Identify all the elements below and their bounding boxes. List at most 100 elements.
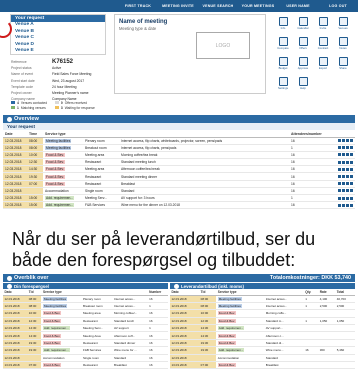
nav-log-out[interactable]: LOG OUT [318,4,358,8]
table-row[interactable]: 12.03.2018 10:00 Food & Bev. Morning coffe.… [170,309,355,318]
row-action-icon[interactable] [350,167,353,171]
row-action-icon[interactable] [342,139,345,143]
tool-approve[interactable]: Approve [294,57,312,70]
tool-budget[interactable]: Budget [274,57,292,70]
row-action-icon[interactable] [342,203,345,207]
table-row[interactable]: 12.03.2018 14:30 Food & Bev. Meeting Area Af… [3,331,168,340]
table-row[interactable]: 12.03.2018 10:00 Food & Bev. Meeting area Mo… [3,151,355,160]
table-row[interactable]: 12.03.2018 19:30 Food & Bev. Standard di... [170,339,355,348]
row-action-icon[interactable] [346,153,349,157]
row-action-icon[interactable] [346,196,349,200]
table-row[interactable]: 12.03.2018 08:00 Meeting facilities Plenary… [3,295,168,303]
table-row[interactable]: 12.03.2018 14:30 Add. requiremen... Meeting… [3,324,168,333]
cell-text: 10:00 [28,311,37,316]
row-action-icon[interactable] [338,167,341,171]
tool-contract[interactable]: Contract [314,37,332,50]
table-row[interactable]: 12.03.2018 12:30 Food & Bev. Standard m... 1… [170,317,355,326]
nav-venue-search[interactable]: VENUE SEARCH [198,4,238,8]
row-action-icon[interactable] [350,203,353,207]
table-row[interactable]: 12.03.2018 08:00 Meeting facilities Interne… [170,295,355,303]
tool-offers[interactable]: Offers [294,37,312,50]
row-action-icon[interactable] [338,189,341,193]
row-action-icon[interactable] [338,160,341,164]
table-row[interactable]: 12.03.2018 15:00 Add. requiremen... Meeting… [3,194,355,203]
table-row[interactable]: 12.03.2018 08:00 Meeting facilities Breakou… [3,144,355,152]
tool-notes[interactable]: Notes [334,37,352,50]
table-row[interactable]: 12.03.2018 19:30 Add. requiremen... F&B Ser… [3,346,168,355]
table-row[interactable]: 12.03.2018 19:30 Food & Bev. Restaurant Stan… [3,172,355,181]
row-action-icon[interactable] [342,175,345,179]
table-row[interactable]: 12.03.2018 14:30 Add. requiremen... AV supp… [170,324,355,333]
table-row[interactable]: 12.03.2018 14:30 Food & Bev. Afternoon c... [170,331,355,340]
row-action-icon[interactable] [346,167,349,171]
nav-meeting-invite[interactable]: MEETING INVITE [158,4,198,8]
tool-invite[interactable]: Invite [314,17,332,30]
cell-text: Meeting Area [83,333,101,338]
row-action-icon[interactable] [346,203,349,207]
venue-item[interactable]: Venue C [11,35,105,42]
table-row[interactable]: 12.03.2018 19:30 Add. requiremen... Wine me… [170,346,355,355]
tool-label: Notes [339,46,347,50]
row-action-icon[interactable] [338,182,341,186]
row-action-icon[interactable] [350,175,353,179]
row-action-icon[interactable] [338,196,341,200]
table-row[interactable]: 12.03.2018 15:00 Add. requiremen... F&B Ser… [3,201,355,210]
table-row[interactable]: 12.03.2018 12:30 Food & Bev. Restaurant Stan… [3,317,168,326]
row-action-icon[interactable] [342,146,345,150]
row-action-icon[interactable] [342,153,345,157]
row-action-icon[interactable] [338,203,341,207]
cell-text: 12.03.2018 [4,326,20,331]
row-action-icon[interactable] [342,182,345,186]
venue-item[interactable]: Venue E [11,48,105,55]
venue-item[interactable]: Venue A [11,22,105,29]
table-row[interactable]: 12.03.2018 08:00 Meeting facilities Interne… [170,302,355,311]
table-row[interactable]: 12.03.2018 07:00 Food & Bev. Restaurant Brea… [3,180,355,188]
row-action-icon[interactable] [338,175,341,179]
table-row[interactable]: 12.03.2018 12:30 Food & Bev. Restaurant Stan… [3,158,355,167]
row-action-icon[interactable] [346,139,349,143]
tool-calendar[interactable]: Calendar [294,17,312,30]
table-row[interactable]: 12.03.2018 08:00 Meeting facilities Plenary… [3,137,355,145]
table-row[interactable]: 13.03.2018 07:00 Food & Bev. Breakfast [170,361,355,370]
tool-settings[interactable]: Settings [274,77,292,90]
table-row[interactable]: 12.03.2018 Accommodation Single room Standa… [3,354,168,363]
nav-first-track[interactable]: FIRST TRACK [118,4,158,8]
tool-compare[interactable]: Compare [274,37,292,50]
row-action-icon[interactable] [350,189,353,193]
table-row[interactable]: 12.03.2018 Accommodation Standard [170,354,355,363]
table-row[interactable]: 12.03.2018 14:30 Food & Bev. Meeting area Af… [3,165,355,174]
row-action-icon[interactable] [350,160,353,164]
nav-user-name[interactable]: USER NAME [278,4,318,8]
row-action-icon[interactable] [338,139,341,143]
row-action-icon[interactable] [342,160,345,164]
tool-info[interactable]: Info [274,17,292,30]
tool-export[interactable]: Export [314,57,332,70]
row-action-icon[interactable] [346,182,349,186]
row-action-icon[interactable] [350,196,353,200]
row-action-icon[interactable] [346,160,349,164]
table-cell: Wine menu... [264,346,304,355]
nav-your-meetings[interactable]: YOUR MEETINGS [238,4,278,8]
tool-help[interactable]: Help [294,77,312,90]
cell-text: 10:00 [200,311,209,316]
row-action-icon[interactable] [338,153,341,157]
row-action-icon[interactable] [350,146,353,150]
row-action-icon[interactable] [350,153,353,157]
row-action-icon[interactable] [346,175,349,179]
table-row[interactable]: 13.03.2018 07:00 Food & Bev. Restaurant Brea… [3,361,168,370]
table-cell [303,309,319,318]
row-action-icon[interactable] [338,146,341,150]
row-action-icon[interactable] [346,146,349,150]
table-row[interactable]: 12.03.2018 19:30 Food & Bev. Restaurant Stan… [3,339,168,348]
row-action-icon[interactable] [342,167,345,171]
row-action-icon[interactable] [342,189,345,193]
table-row[interactable]: 12.03.2018 Accommodation Single room Standa… [3,187,355,196]
table-row[interactable]: 12.03.2018 10:00 Food & Bev. Meeting area Mo… [3,309,168,318]
tool-venues[interactable]: Venues [334,17,352,30]
row-action-icon[interactable] [350,182,353,186]
row-action-icon[interactable] [342,196,345,200]
table-row[interactable]: 12.03.2018 08:00 Meeting facilities Breakou… [3,302,168,311]
row-action-icon[interactable] [350,139,353,143]
tool-share[interactable]: Share [334,57,352,70]
row-action-icon[interactable] [346,189,349,193]
